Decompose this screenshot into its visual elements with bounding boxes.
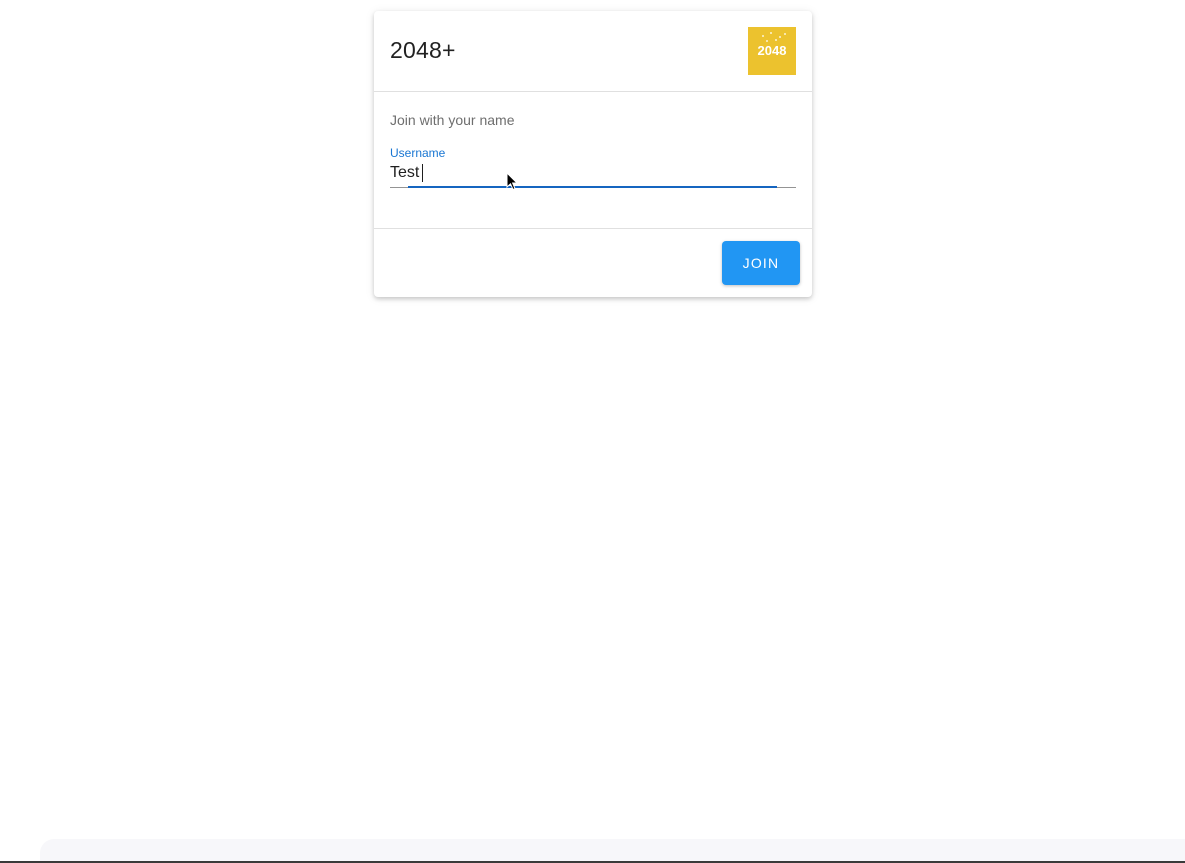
logo-dot xyxy=(762,35,764,37)
mouse-pointer-icon xyxy=(506,172,519,191)
join-card: 2048+ 2048 Join with your name Username … xyxy=(374,11,812,297)
logo-dot xyxy=(784,33,786,35)
card-body: Join with your name Username xyxy=(374,92,812,228)
username-input[interactable] xyxy=(390,161,796,185)
card-actions: JOIN xyxy=(374,228,812,298)
taskbar-strip xyxy=(40,839,1185,863)
logo-text: 2048 xyxy=(757,43,787,58)
username-field[interactable]: Username xyxy=(390,146,796,192)
form-subtitle: Join with your name xyxy=(390,112,515,128)
join-button[interactable]: JOIN xyxy=(722,241,800,285)
text-caret xyxy=(422,164,423,182)
logo-dot xyxy=(766,40,768,42)
logo-dot xyxy=(770,32,772,34)
app-title: 2048+ xyxy=(390,37,456,63)
logo-dot xyxy=(779,36,781,38)
card-header: 2048+ 2048 xyxy=(374,11,812,92)
logo-dot xyxy=(775,39,777,41)
app-logo: 2048 xyxy=(748,27,796,75)
username-label: Username xyxy=(390,146,446,160)
input-focus-underline xyxy=(408,186,777,188)
